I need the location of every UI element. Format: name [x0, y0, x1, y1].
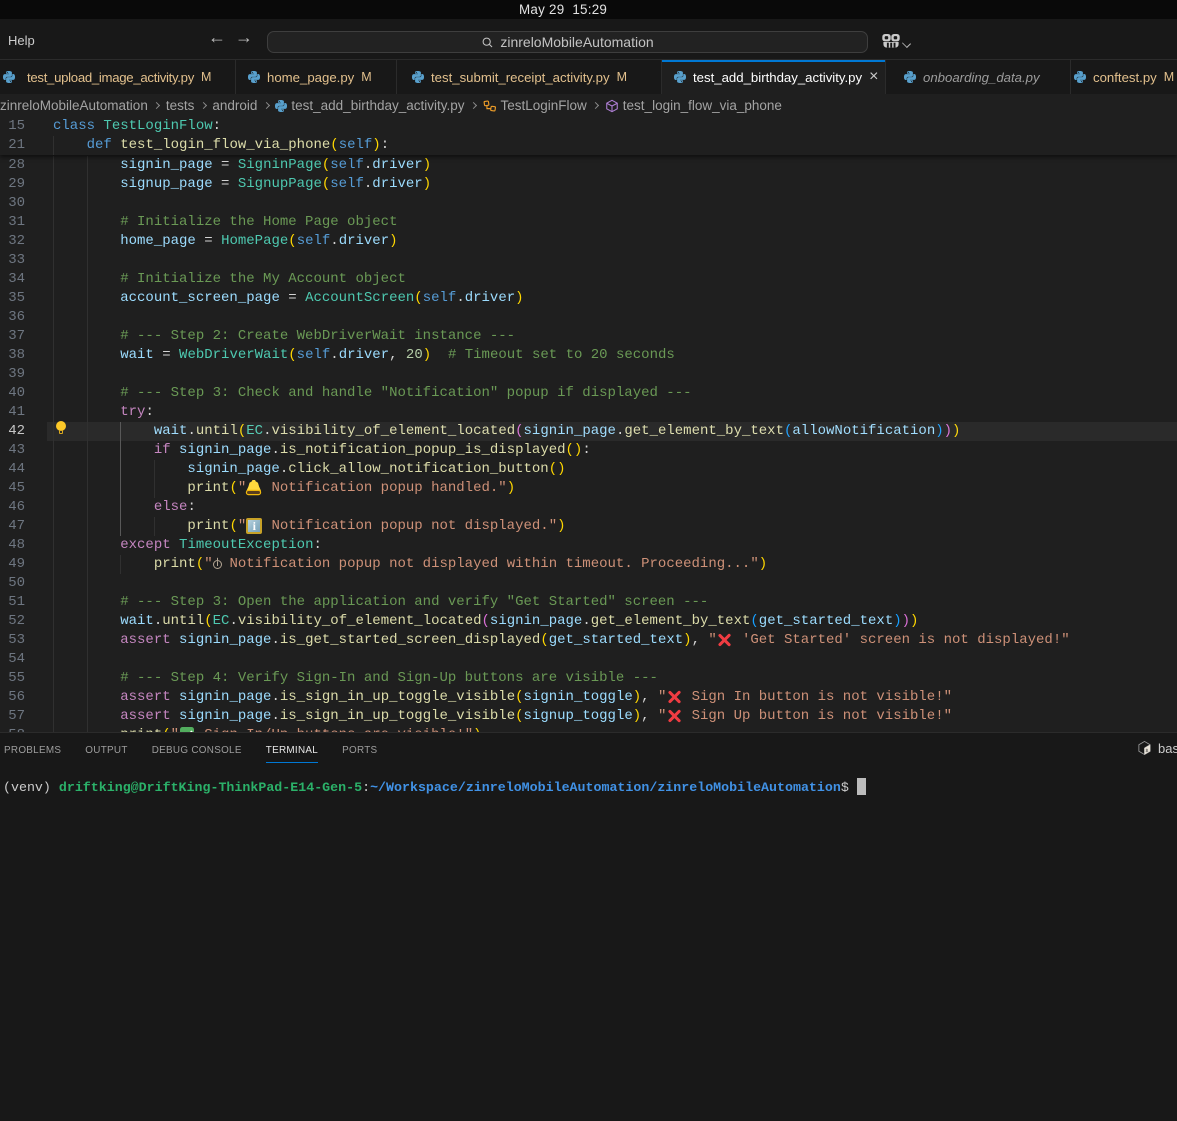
svg-text:$: $ [1145, 748, 1148, 754]
